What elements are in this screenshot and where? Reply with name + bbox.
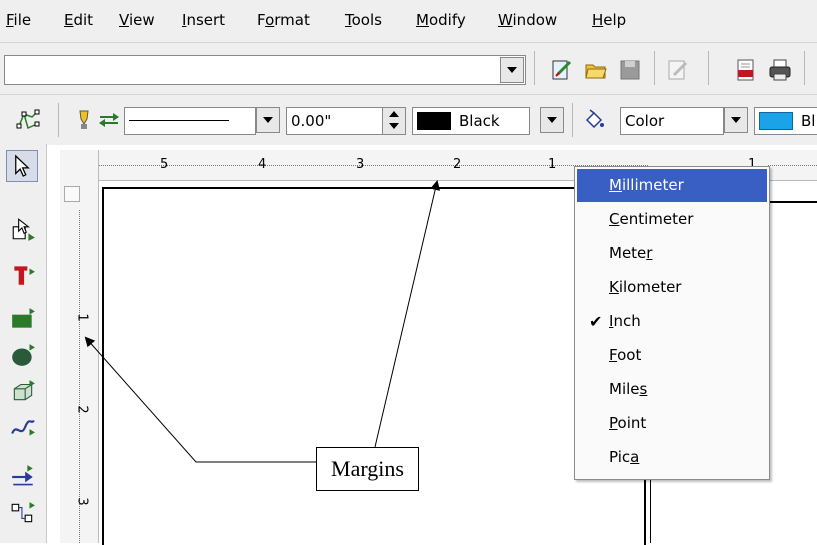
line-width-spinner[interactable] — [382, 107, 406, 135]
3d-object-icon[interactable] — [10, 378, 36, 404]
text-tool-icon[interactable] — [10, 262, 36, 288]
unit-item-kilometer[interactable]: Kilometer — [577, 271, 767, 304]
ellipse-tool-icon[interactable] — [10, 342, 36, 368]
url-combobox[interactable] — [4, 55, 526, 85]
line-dialog-icon[interactable] — [72, 108, 96, 132]
unit-item-miles[interactable]: Miles — [577, 373, 767, 406]
curve-tool-icon[interactable] — [10, 414, 36, 440]
rectangle-tool-icon[interactable] — [10, 306, 36, 332]
print-icon[interactable] — [768, 58, 792, 82]
checkmark-icon: ✔ — [589, 312, 603, 331]
select-tool-button[interactable] — [6, 150, 38, 182]
unit-item-centimeter[interactable]: Centimeter — [577, 203, 767, 236]
export-pdf-icon[interactable] — [734, 58, 758, 82]
menu-tools[interactable]: Tools — [345, 11, 382, 29]
open-folder-icon[interactable] — [584, 58, 608, 82]
unit-item-label: Point — [609, 414, 647, 432]
unit-item-label: Inch — [609, 312, 641, 330]
unit-item-point[interactable]: Point — [577, 407, 767, 440]
area-color-swatch — [759, 112, 793, 130]
line-color-dropdown-button[interactable] — [540, 107, 564, 133]
unit-item-label: Miles — [609, 380, 648, 398]
ruler-number: 2 — [74, 405, 90, 414]
ruler-corner — [60, 150, 99, 180]
vertical-ruler[interactable]: 1 2 3 — [60, 180, 99, 543]
menu-view[interactable]: View — [119, 11, 155, 29]
separator — [654, 51, 655, 85]
menu-format[interactable]: Format — [257, 11, 310, 29]
unit-item-label: Pica — [609, 448, 640, 466]
edit-document-icon[interactable] — [666, 58, 690, 82]
area-style-select[interactable]: Color — [620, 107, 724, 135]
unit-item-label: Millimeter — [609, 176, 684, 194]
edit-file-icon[interactable] — [550, 58, 574, 82]
separator — [708, 51, 709, 85]
line-width-value: 0.00" — [291, 112, 332, 130]
save-icon[interactable] — [618, 58, 642, 82]
ruler-number: 5 — [160, 157, 169, 172]
zoom-pan-icon[interactable] — [10, 216, 36, 242]
unit-item-label: Meter — [609, 244, 653, 262]
margins-callout: Margins — [316, 447, 419, 491]
area-fill-icon[interactable] — [582, 108, 606, 132]
area-style-dropdown-button[interactable] — [724, 107, 748, 133]
connector-tool-icon[interactable] — [10, 500, 36, 526]
unit-item-meter[interactable]: Meter — [577, 237, 767, 270]
line-arrow-tool-icon[interactable] — [10, 464, 36, 490]
area-color-select[interactable]: Bl — [754, 107, 817, 135]
page-border — [102, 187, 646, 545]
drawing-toolbar — [0, 144, 47, 543]
line-style-dropdown-button[interactable] — [256, 107, 280, 133]
ruler-number: 3 — [74, 497, 90, 506]
area-style-label: Color — [625, 112, 665, 130]
menu-window[interactable]: Window — [498, 11, 557, 29]
area-color-label: Bl — [801, 112, 816, 130]
points-edit-icon[interactable] — [16, 108, 40, 132]
menu-help[interactable]: Help — [592, 11, 626, 29]
url-dropdown-button[interactable] — [500, 57, 524, 83]
separator — [58, 103, 59, 137]
line-style-select[interactable] — [124, 107, 256, 135]
separator — [804, 51, 805, 85]
ruler-number: 1 — [74, 313, 90, 322]
line-color-select[interactable]: Black — [412, 107, 530, 135]
unit-context-menu: Millimeter Centimeter Meter Kilometer ✔ I… — [574, 166, 770, 480]
separator — [534, 51, 535, 85]
line-width-input[interactable]: 0.00" — [286, 107, 384, 135]
menu-bar: File Edit View Insert Format Tools Modif… — [0, 0, 817, 42]
ruler-number: 2 — [453, 157, 462, 172]
menu-modify[interactable]: Modify — [416, 11, 466, 29]
pointer-icon — [15, 154, 30, 177]
ruler-origin-box — [64, 186, 80, 202]
unit-item-pica[interactable]: Pica — [577, 441, 767, 474]
unit-item-label: Foot — [609, 346, 642, 364]
menu-edit[interactable]: Edit — [64, 11, 93, 29]
unit-item-foot[interactable]: Foot — [577, 339, 767, 372]
arrow-style-icon[interactable] — [98, 108, 122, 132]
line-color-swatch — [417, 112, 451, 130]
ruler-number: 3 — [356, 157, 365, 172]
line-color-label: Black — [459, 112, 500, 130]
ruler-number: 1 — [548, 157, 557, 172]
menu-insert[interactable]: Insert — [182, 11, 225, 29]
unit-item-label: Centimeter — [609, 210, 694, 228]
separator — [572, 103, 573, 137]
line-and-filling-toolbar: 0.00" Black Color Bl — [0, 94, 817, 145]
unit-item-inch[interactable]: ✔ Inch — [577, 305, 767, 338]
unit-item-label: Kilometer — [609, 278, 682, 296]
standard-toolbar — [0, 42, 817, 95]
menu-file[interactable]: File — [6, 11, 31, 29]
unit-item-millimeter[interactable]: Millimeter — [577, 169, 767, 202]
ruler-number: 4 — [258, 157, 267, 172]
